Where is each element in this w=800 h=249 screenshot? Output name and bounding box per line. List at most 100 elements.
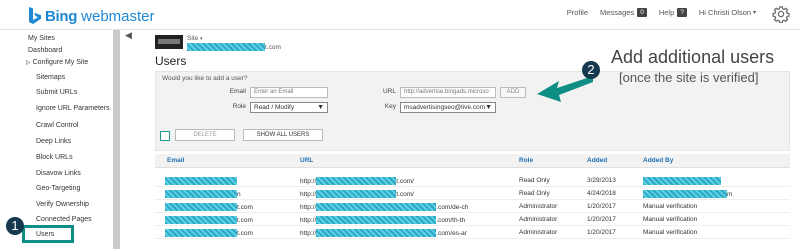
column-header-email[interactable]: Email <box>167 157 184 164</box>
site-thumbnail <box>155 35 183 49</box>
redacted-text <box>165 190 237 198</box>
messages-count-badge: 0 <box>637 8 647 17</box>
sidebar-scrollbar[interactable] <box>113 30 120 249</box>
url-cell: http://.com/de-ch <box>300 203 469 211</box>
sidebar-item-configure-my-site[interactable]: ▷ Configure My Site <box>26 59 88 66</box>
redacted-text <box>316 177 397 185</box>
show-all-users-button[interactable]: SHOW ALL USERS <box>243 129 323 141</box>
site-url: t.com <box>187 43 281 51</box>
page-title: Users <box>155 54 187 68</box>
sidebar-item-deep-links[interactable]: Deep Links <box>36 138 71 145</box>
chevron-right-icon: ▷ <box>26 60 31 66</box>
added-by-cell: Manual verification <box>643 229 698 236</box>
added-cell: 1/20/2017 <box>587 216 616 223</box>
sidebar-item-geo-targeting[interactable]: Geo-Targeting <box>36 185 80 192</box>
role-cell: Read Only <box>519 190 550 197</box>
account-menu[interactable]: Hi Christi Olson ▾ <box>699 8 756 17</box>
redacted-text <box>165 229 237 237</box>
messages-link[interactable]: Messages 0 <box>600 8 647 17</box>
top-links: Profile Messages 0 Help? Hi Christi Olson… <box>555 8 756 17</box>
redacted-text <box>643 190 727 198</box>
added-cell: 1/20/2017 <box>587 203 616 210</box>
bing-logo-icon <box>28 7 42 25</box>
redacted-text <box>316 216 437 224</box>
table-row[interactable]: http://t.com/ Read Only 3/29/2013 <box>155 175 790 187</box>
users-table-header: Email URL Role Added Added By <box>155 154 790 168</box>
chevron-left-icon[interactable]: ◀ <box>125 30 132 41</box>
url-cell: http://t.com/ <box>300 177 414 185</box>
table-row[interactable]: t.com http://.com/es-ar Administrator 1/… <box>155 227 790 239</box>
redacted-text <box>316 190 397 198</box>
callout-subheading: [once the site is verified] <box>619 70 759 85</box>
top-bar: Bing webmaster Profile Messages 0 Help? H… <box>0 0 800 30</box>
email-cell <box>165 177 237 185</box>
email-cell: t.com <box>165 229 253 237</box>
brand-name: Bing <box>45 7 78 25</box>
callout-badge-2: 2 <box>582 61 600 79</box>
sidebar-item-verify-ownership[interactable]: Verify Ownership <box>36 201 89 208</box>
sidebar-item-dashboard[interactable]: Dashboard <box>28 47 62 54</box>
added-by-cell: m <box>643 190 732 198</box>
profile-link[interactable]: Profile <box>567 8 588 17</box>
table-row[interactable]: n http://t.com/ Read Only 4/24/2018 m <box>155 188 790 200</box>
column-header-added[interactable]: Added <box>587 157 607 164</box>
added-cell: 1/20/2017 <box>587 229 616 236</box>
help-link[interactable]: Help? <box>659 8 687 17</box>
sidebar-item-connected-pages[interactable]: Connected Pages <box>36 216 92 223</box>
redacted-text <box>165 203 237 211</box>
email-cell: t.com <box>165 203 253 211</box>
help-badge: ? <box>677 8 687 17</box>
sidebar-item-ignore-url-parameters[interactable]: Ignore URL Parameters <box>36 105 110 112</box>
redacted-text <box>316 229 437 237</box>
redacted-text <box>643 177 721 185</box>
bing-webmaster-logo[interactable]: Bing webmaster <box>28 6 155 26</box>
added-by-cell: Manual verification <box>643 203 698 210</box>
site-selector[interactable]: Site ▾ <box>187 35 203 42</box>
table-row[interactable]: t.com http://.com/th-th Administrator 1/… <box>155 214 790 226</box>
added-cell: 3/29/2013 <box>587 177 616 184</box>
add-button[interactable]: ADD <box>500 87 526 98</box>
callout-badge-1: 1 <box>6 217 24 235</box>
chevron-down-icon: ▾ <box>752 10 756 16</box>
email-label: Email <box>229 88 246 95</box>
role-select[interactable]: Read / Modify ▼ <box>250 102 328 113</box>
role-cell: Administrator <box>519 216 558 223</box>
url-label: URL <box>382 88 396 95</box>
column-header-added-by[interactable]: Added By <box>643 157 673 164</box>
users-highlight-box <box>22 225 74 243</box>
added-cell: 4/24/2018 <box>587 190 616 197</box>
chevron-down-icon: ▾ <box>200 36 203 42</box>
delete-button[interactable]: DELETE <box>175 129 235 141</box>
url-cell: http://.com/th-th <box>300 216 466 224</box>
gear-icon[interactable] <box>772 5 790 24</box>
role-label: Role <box>232 103 246 110</box>
dropdown-caret-icon: ▼ <box>317 104 324 111</box>
sidebar-item-block-urls[interactable]: Block URLs <box>36 154 73 161</box>
role-cell: Administrator <box>519 203 558 210</box>
email-field[interactable]: Enter an Email <box>250 87 328 98</box>
table-row[interactable]: t.com http://.com/de-ch Administrator 1/… <box>155 201 790 213</box>
redacted-text <box>165 216 237 224</box>
product-name: webmaster <box>81 7 155 25</box>
redacted-text <box>187 43 265 51</box>
redacted-text <box>165 177 237 185</box>
column-header-role[interactable]: Role <box>519 157 533 164</box>
sidebar-item-disavow-links[interactable]: Disavow Links <box>36 170 81 177</box>
sidebar-item-sitemaps[interactable]: Sitemaps <box>36 74 65 81</box>
role-cell: Administrator <box>519 229 558 236</box>
role-cell: Read Only <box>519 177 550 184</box>
key-select[interactable]: msadvertisingseo@live.com ▼ <box>400 102 496 113</box>
email-cell: n <box>165 190 241 198</box>
sidebar-item-submit-urls[interactable]: Submit URLs <box>36 89 77 96</box>
url-field[interactable]: http://advertise.bingads.microso <box>400 87 496 98</box>
added-by-cell: Manual verification <box>643 216 698 223</box>
url-cell: http://t.com/ <box>300 190 414 198</box>
redacted-text <box>316 203 437 211</box>
sidebar-item-crawl-control[interactable]: Crawl Control <box>36 122 78 129</box>
callout-heading: Add additional users <box>611 47 775 67</box>
column-header-url[interactable]: URL <box>300 157 313 164</box>
add-user-question: Would you like to add a user? <box>162 75 248 82</box>
select-all-checkbox[interactable] <box>160 131 170 141</box>
sidebar-item-my-sites[interactable]: My Sites <box>28 35 55 42</box>
key-label: Key <box>384 103 396 110</box>
